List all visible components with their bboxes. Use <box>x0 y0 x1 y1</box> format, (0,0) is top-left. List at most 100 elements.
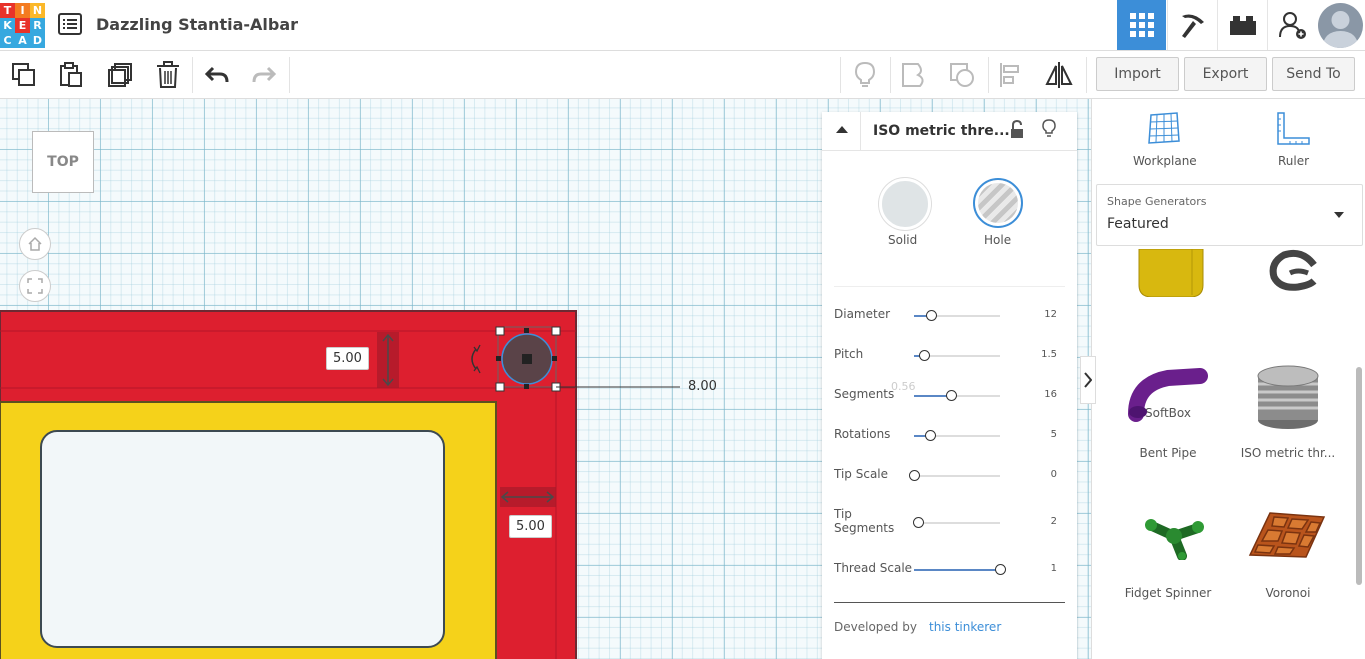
param-label: Tip Segments <box>834 507 895 535</box>
param-slider[interactable] <box>914 350 1000 361</box>
add-user-button[interactable] <box>1267 0 1317 50</box>
dropdown-title: Shape Generators <box>1107 195 1207 208</box>
right-panel: Workplane Ruler Shape Generators Feature… <box>1091 99 1365 659</box>
param-row: Thread Scale 1 <box>834 561 1067 591</box>
param-value[interactable]: 1.5 <box>1041 349 1057 360</box>
param-slider[interactable] <box>914 564 1006 575</box>
param-label: Rotations <box>834 427 891 441</box>
ruler-label: Ruler <box>1278 154 1310 168</box>
workplane-icon <box>1148 112 1180 144</box>
design-title[interactable]: Dazzling Stantia-Albar <box>96 15 298 34</box>
param-slider-fill <box>914 569 1000 571</box>
avatar[interactable] <box>1318 3 1363 48</box>
logo-letter: C <box>0 33 15 48</box>
copy-icon <box>12 63 35 86</box>
shape-item-iso-thread[interactable] <box>1256 364 1320 435</box>
param-slider[interactable] <box>913 517 1000 528</box>
param-value[interactable]: 12 <box>1044 309 1057 320</box>
shape-label: Fidget Spinner <box>1124 586 1212 600</box>
param-slider[interactable] <box>914 390 1000 401</box>
import-button[interactable]: Import <box>1096 57 1179 91</box>
grid-view-icon <box>1129 13 1154 37</box>
light-bulb-icon <box>854 61 876 87</box>
param-slider-knob[interactable] <box>925 430 937 441</box>
lock-button[interactable] <box>1009 119 1025 145</box>
param-slider[interactable] <box>909 470 1000 481</box>
developer-link[interactable]: this tinkerer <box>929 620 1001 634</box>
undo-button[interactable] <box>201 59 233 91</box>
hole-option[interactable] <box>973 178 1023 228</box>
light-bulb-icon <box>1042 119 1056 137</box>
copy-button[interactable] <box>8 59 40 91</box>
redo-button[interactable] <box>248 59 280 91</box>
shape-inspector: ISO metric thre... Solid Hole Diameter 12… <box>822 112 1077 659</box>
workplane-label: Workplane <box>1133 154 1197 168</box>
toolbar: Import Export Send To <box>0 51 1365 99</box>
mirror-button[interactable] <box>1043 59 1075 91</box>
duplicate-icon <box>108 63 132 87</box>
shape-label: ISO metric thr... <box>1240 446 1336 460</box>
inspector-divider <box>834 602 1065 603</box>
param-value[interactable]: 5 <box>1051 429 1057 440</box>
paste-button[interactable] <box>55 59 87 91</box>
shape-item-softbox[interactable] <box>1138 249 1204 302</box>
scrollbar[interactable] <box>1356 367 1362 585</box>
param-row: Tip Scale 0 <box>834 467 1067 497</box>
ungroup-button[interactable] <box>946 59 978 91</box>
param-slider-knob[interactable] <box>913 517 925 528</box>
show-all-button[interactable] <box>849 59 881 91</box>
group-button[interactable] <box>898 59 930 91</box>
width-dimension-label[interactable]: 5.00 <box>509 515 552 538</box>
workplane-tool[interactable] <box>1147 111 1181 150</box>
shape-label: Voronoi <box>1265 586 1311 600</box>
param-slider-knob[interactable] <box>945 390 957 401</box>
voronoi-icon <box>1248 512 1326 558</box>
chevron-right-icon <box>1084 372 1092 388</box>
param-slider-knob[interactable] <box>926 310 938 321</box>
param-slider-knob[interactable] <box>909 470 920 481</box>
param-row: Rotations 5 <box>834 427 1067 457</box>
logo-letter: T <box>0 3 15 18</box>
param-slider[interactable] <box>914 310 1000 321</box>
inspector-divider <box>834 286 1065 287</box>
collapse-panel-button[interactable] <box>1080 356 1096 404</box>
param-slider-knob[interactable] <box>995 564 1006 575</box>
spring-icon <box>1269 249 1317 291</box>
shape-generators-dropdown[interactable]: Shape Generators Featured <box>1096 184 1363 246</box>
solid-option[interactable] <box>879 178 931 230</box>
logo-letter: E <box>15 18 30 33</box>
design-list-icon[interactable] <box>58 13 82 35</box>
param-row: Pitch 1.5 <box>834 347 1067 377</box>
minecraft-button[interactable] <box>1167 0 1217 50</box>
align-button[interactable] <box>995 59 1027 91</box>
shape-item-fidget-spinner[interactable] <box>1142 514 1206 565</box>
param-value[interactable]: 16 <box>1044 389 1057 400</box>
duplicate-button[interactable] <box>104 59 136 91</box>
lego-button[interactable] <box>1217 0 1267 50</box>
param-slider-knob[interactable] <box>919 350 931 361</box>
param-value[interactable]: 2 <box>1051 516 1057 527</box>
offset-dimension-label[interactable]: 8.00 <box>682 376 723 397</box>
ruler-tool[interactable] <box>1275 111 1311 152</box>
visibility-button[interactable] <box>1042 119 1056 144</box>
delete-button[interactable] <box>152 59 184 91</box>
collapse-inspector-button[interactable] <box>834 122 850 140</box>
shape-item-spring[interactable] <box>1268 249 1318 298</box>
param-value[interactable]: 0 <box>1051 469 1057 480</box>
3d-design-button[interactable] <box>1117 0 1166 50</box>
shape-item-bent-pipe[interactable] <box>1128 364 1208 429</box>
softbox-icon <box>1138 249 1204 298</box>
pickaxe-icon <box>1181 14 1204 38</box>
param-value[interactable]: 1 <box>1051 563 1057 574</box>
ghost-value: 0.56 <box>891 380 916 393</box>
shape-item-voronoi[interactable] <box>1248 511 1326 564</box>
send-to-button[interactable]: Send To <box>1272 57 1355 91</box>
top-bar: T I N K E R C A D Dazzling Stantia-Albar <box>0 0 1365 51</box>
fidget-spinner-icon <box>1145 519 1204 561</box>
param-label: Diameter <box>834 307 891 321</box>
height-dimension-label[interactable]: 5.00 <box>326 347 369 370</box>
tinkercad-logo[interactable]: T I N K E R C A D <box>0 3 45 48</box>
ungroup-icon <box>950 63 974 87</box>
param-slider[interactable] <box>914 430 1000 441</box>
export-button[interactable]: Export <box>1184 57 1267 91</box>
